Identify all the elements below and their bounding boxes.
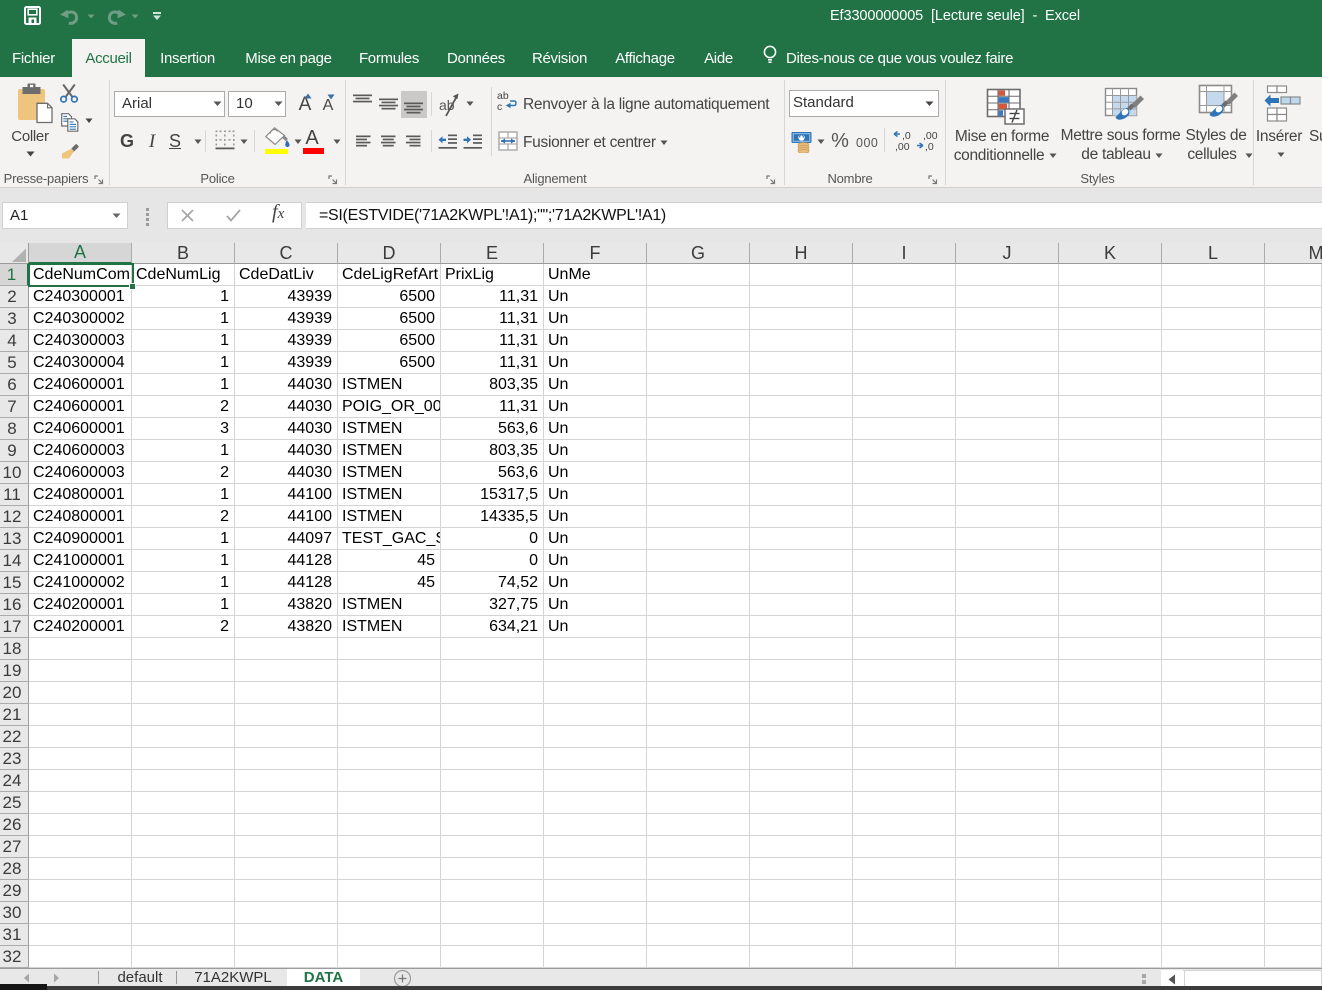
svg-text:,0: ,0 bbox=[925, 141, 934, 152]
svg-text:c: c bbox=[497, 101, 502, 112]
svg-text:,00: ,00 bbox=[895, 141, 910, 152]
